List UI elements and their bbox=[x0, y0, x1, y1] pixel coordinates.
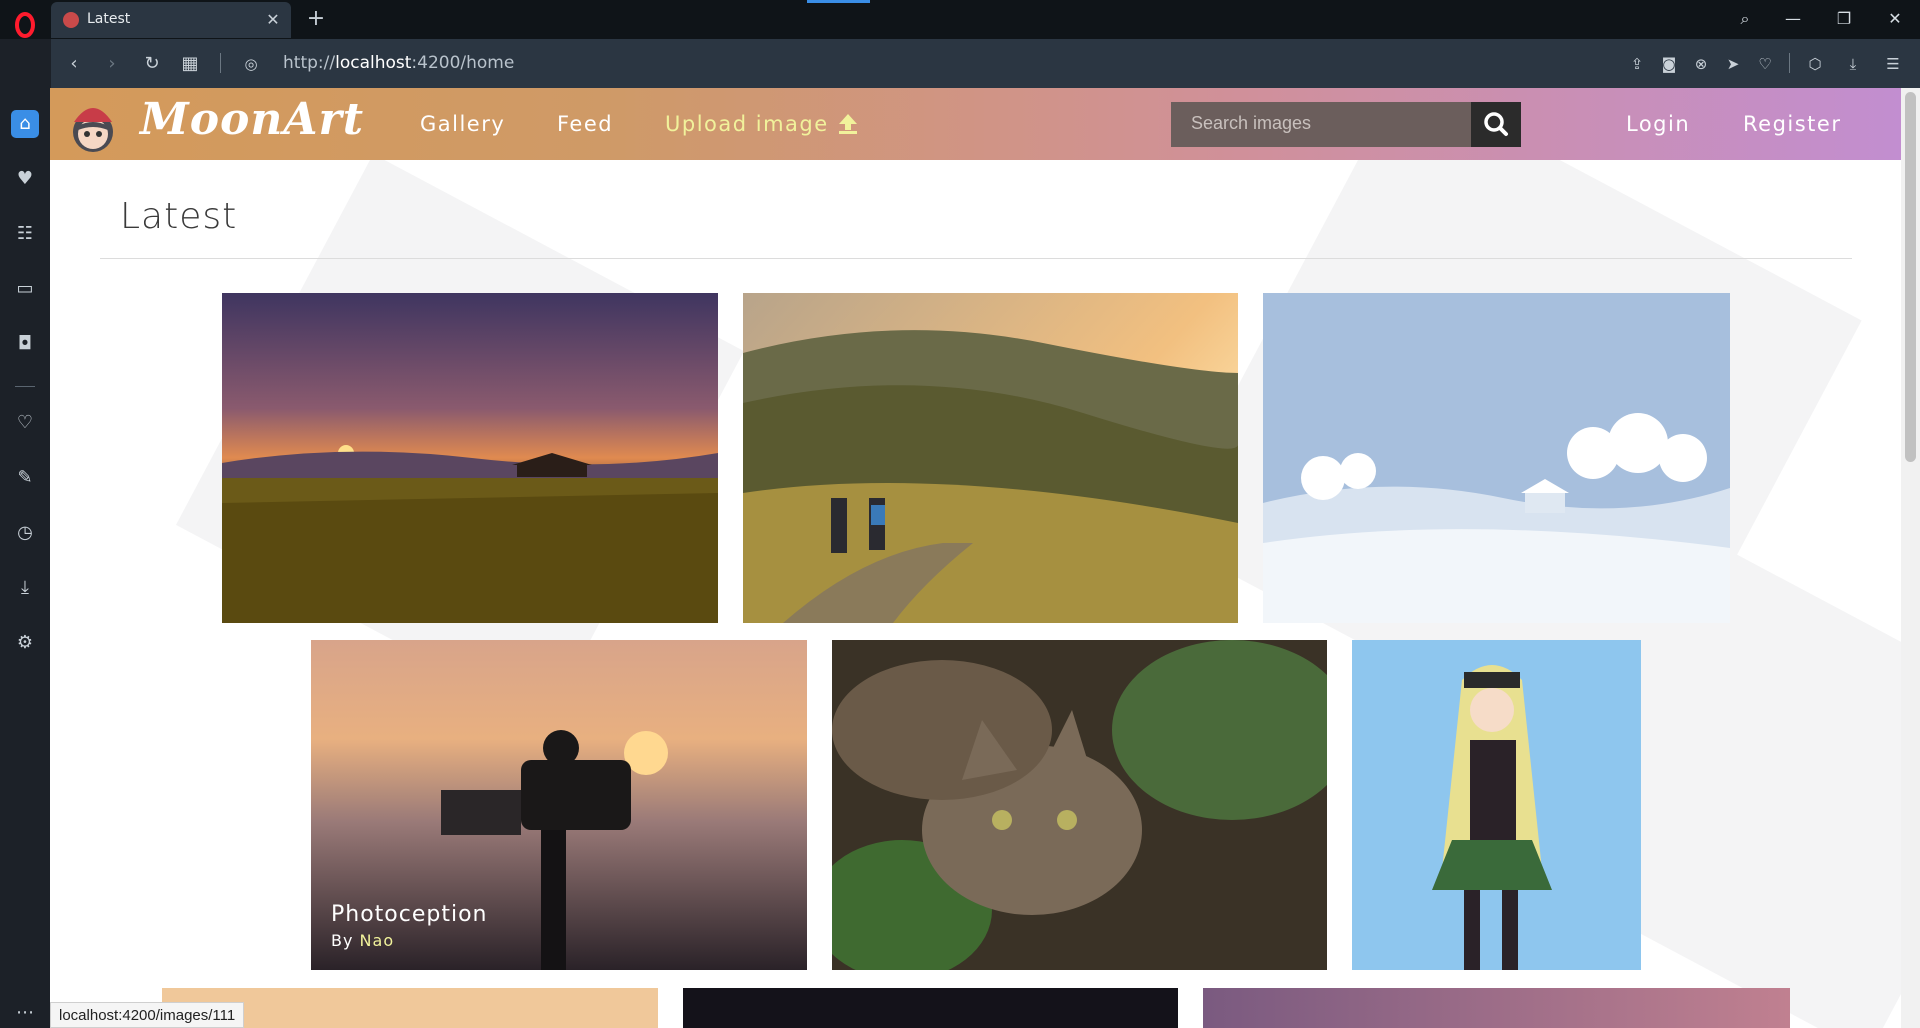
browser-tab[interactable]: Latest ✕ bbox=[51, 2, 291, 38]
brand-logo[interactable]: MoonArt bbox=[140, 94, 364, 145]
search-tabs-icon[interactable]: ⌕ bbox=[1732, 6, 1758, 32]
adblock-icon[interactable]: ⊗ bbox=[1689, 51, 1713, 77]
image-title: Photoception bbox=[331, 902, 488, 927]
image-card-winter[interactable] bbox=[1263, 293, 1730, 623]
title-divider bbox=[100, 258, 1852, 259]
scrollbar-thumb[interactable] bbox=[1905, 92, 1916, 462]
opera-logo-icon[interactable] bbox=[10, 10, 40, 40]
minimize-icon[interactable]: — bbox=[1780, 6, 1806, 32]
url-field[interactable]: http://localhost:4200/home bbox=[283, 53, 514, 73]
status-bar-url: localhost:4200/images/111 bbox=[50, 1002, 245, 1028]
image-card-photoception[interactable]: Photoception By Nao bbox=[311, 640, 807, 970]
home-icon[interactable]: ⌂ bbox=[11, 110, 39, 138]
tab-bar: Latest ✕ + ⌕ — ❐ ✕ bbox=[0, 0, 1920, 39]
easy-setup-icon[interactable]: ☰ bbox=[1881, 51, 1905, 77]
register-link[interactable]: Register bbox=[1743, 112, 1841, 136]
send-icon[interactable]: ➤ bbox=[1721, 51, 1745, 77]
reload-icon[interactable]: ↻ bbox=[139, 51, 165, 77]
list-icon[interactable]: ☷ bbox=[11, 220, 39, 248]
favicon-icon bbox=[63, 12, 79, 28]
restore-icon[interactable]: ❐ bbox=[1831, 6, 1857, 32]
separator bbox=[1789, 53, 1790, 73]
search-input[interactable]: Search images bbox=[1171, 102, 1471, 147]
upload-label: Upload image bbox=[665, 112, 829, 136]
image-card-partial[interactable] bbox=[683, 988, 1178, 1028]
settings-gear-icon[interactable]: ⚙ bbox=[11, 629, 39, 657]
extensions-cube-icon[interactable]: ⬡ bbox=[1803, 51, 1827, 77]
camera-icon[interactable]: ◙ bbox=[1657, 51, 1681, 77]
login-link[interactable]: Login bbox=[1626, 112, 1690, 136]
favorites-heart-icon[interactable]: ♡ bbox=[11, 409, 39, 437]
upload-arrow-icon bbox=[838, 114, 857, 134]
separator bbox=[15, 386, 35, 387]
download-icon[interactable]: ⤓ bbox=[1841, 51, 1865, 77]
nav-upload-link[interactable]: Upload image bbox=[665, 112, 859, 136]
sunset-field-image bbox=[222, 293, 718, 623]
nav-gallery-link[interactable]: Gallery bbox=[420, 112, 505, 136]
image-card-sunset-field[interactable] bbox=[222, 293, 718, 623]
tabs-grid-icon[interactable]: ▦ bbox=[177, 51, 203, 77]
mascot-avatar-icon[interactable] bbox=[68, 92, 118, 156]
image-card-anime[interactable] bbox=[1352, 640, 1641, 970]
app-navbar: MoonArt Gallery Feed Upload image Search… bbox=[50, 88, 1901, 160]
image-card-cat[interactable] bbox=[832, 640, 1327, 970]
winter-landscape-image bbox=[1263, 293, 1730, 623]
image-caption: Photoception By Nao bbox=[331, 902, 488, 950]
forward-icon[interactable]: › bbox=[99, 51, 125, 77]
downloads-icon[interactable]: ⤓ bbox=[11, 574, 39, 602]
author-link[interactable]: Nao bbox=[360, 931, 395, 950]
book-icon[interactable]: ▭ bbox=[11, 275, 39, 303]
more-icon[interactable]: ⋯ bbox=[11, 999, 39, 1027]
bookmark-heart-icon[interactable]: ♡ bbox=[1753, 51, 1777, 77]
shopping-bag-icon[interactable]: ◘ bbox=[11, 330, 39, 358]
search-button-icon[interactable] bbox=[1471, 102, 1521, 147]
separator bbox=[220, 53, 221, 73]
heart-extension-icon[interactable]: ♥ bbox=[11, 165, 39, 193]
image-card-hikers[interactable] bbox=[743, 293, 1238, 623]
close-window-icon[interactable]: ✕ bbox=[1882, 6, 1908, 32]
share-icon[interactable]: ⇪ bbox=[1625, 51, 1649, 77]
new-tab-button[interactable]: + bbox=[303, 6, 329, 32]
history-clock-icon[interactable]: ◷ bbox=[11, 519, 39, 547]
back-icon[interactable]: ‹ bbox=[61, 51, 87, 77]
pinboard-icon[interactable]: ✎ bbox=[11, 464, 39, 492]
image-card-partial[interactable] bbox=[1203, 988, 1790, 1028]
tab-indicator bbox=[807, 0, 870, 3]
hikers-image bbox=[743, 293, 1238, 623]
address-bar: ‹ › ↻ ▦ ◎ http://localhost:4200/home ⇪ ◙… bbox=[51, 39, 1920, 88]
browser-sidebar: ⌂ ♥ ☷ ▭ ◘ ♡ ✎ ◷ ⤓ ⚙ ⋯ bbox=[0, 39, 50, 1028]
tab-title: Latest bbox=[87, 11, 131, 27]
anime-girl-image bbox=[1352, 640, 1641, 970]
page-title: Latest bbox=[120, 196, 238, 237]
nav-feed-link[interactable]: Feed bbox=[557, 112, 613, 136]
globe-icon[interactable]: ◎ bbox=[238, 51, 264, 77]
image-byline: By Nao bbox=[331, 931, 395, 950]
page-scrollbar[interactable] bbox=[1901, 88, 1920, 1028]
tabby-cat-image bbox=[832, 640, 1327, 970]
close-tab-icon[interactable]: ✕ bbox=[263, 10, 283, 30]
web-page: MoonArt Gallery Feed Upload image Search… bbox=[50, 88, 1901, 1028]
